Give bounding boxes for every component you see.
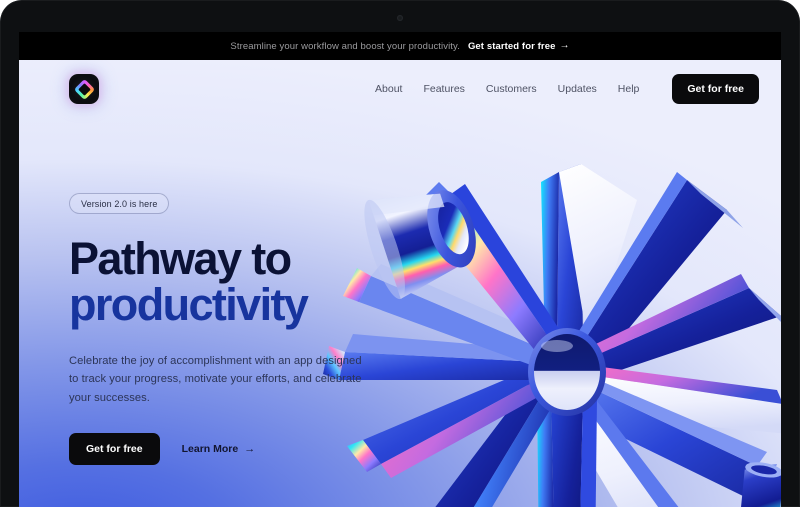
arrow-right-icon: → [559,40,570,51]
laptop-device-frame: Streamline your workflow and boost your … [0,0,800,507]
nav-links: About Features Customers Updates Help Ge… [375,74,759,104]
hero-learn-more-link[interactable]: Learn More → [182,443,256,455]
camera-dot-icon [397,15,403,21]
site-navbar: About Features Customers Updates Help Ge… [19,60,781,118]
arrow-right-icon: → [244,443,256,456]
announcement-cta-label: Get started for free [467,40,556,52]
headline-line-2: productivity [69,279,309,331]
landing-page: About Features Customers Updates Help Ge… [19,60,781,507]
announcement-cta-link[interactable]: Get started for free → [468,41,570,52]
page-title: Pathway to productivity [69,233,419,331]
logo-gem-icon [73,78,95,100]
version-badge[interactable]: Version 2.0 is here [69,193,170,214]
nav-get-for-free-button[interactable]: Get for free [672,74,759,104]
announcement-banner: Streamline your workflow and boost your … [19,32,781,60]
app-logo[interactable] [69,74,99,104]
nav-link-features[interactable]: Features [423,83,464,95]
nav-link-customers[interactable]: Customers [486,83,537,95]
hero-get-for-free-button[interactable]: Get for free [69,433,160,466]
headline-line-1: Pathway to [69,233,292,284]
nav-link-updates[interactable]: Updates [558,83,597,95]
hero-section: Version 2.0 is here Pathway to productiv… [19,118,419,466]
hero-subcopy: Celebrate the joy of accomplishment with… [69,354,362,404]
hero-learn-more-label: Learn More [181,443,239,456]
nav-link-about[interactable]: About [375,83,402,95]
nav-link-help[interactable]: Help [618,83,640,95]
announcement-text: Streamline your workflow and boost your … [230,40,460,52]
screen-viewport: Streamline your workflow and boost your … [19,32,781,507]
hero-cta-row: Get for free Learn More → [69,433,419,466]
